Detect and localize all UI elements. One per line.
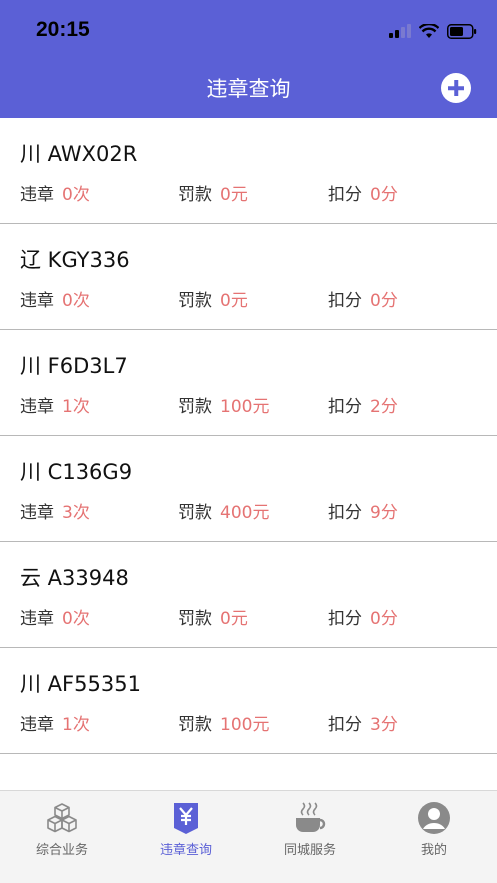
points-deducted: 3分	[370, 715, 398, 735]
points-label: 扣分	[328, 715, 362, 735]
violations-count: 1次	[62, 715, 90, 735]
violations-count: 1次	[62, 397, 90, 417]
violations-label: 违章	[20, 291, 54, 311]
vehicle-list-item[interactable]: 川 AF55351 违章 1次 罚款 100元 扣分 3分	[0, 648, 497, 754]
plate-number: 川 C136G9	[20, 460, 133, 484]
points-stat: 扣分 0分	[328, 180, 398, 205]
vehicle-list-item[interactable]: 川 F6D3L7 违章 1次 罚款 100元 扣分 2分	[0, 330, 497, 436]
stats-row: 违章 1次 罚款 100元 扣分 3分	[0, 710, 497, 735]
fine-label: 罚款	[178, 397, 212, 417]
tab-label: 违章查询	[159, 843, 212, 858]
tab-label: 同城服务	[283, 843, 336, 858]
vehicle-list-item[interactable]: 辽 KGY336 违章 0次 罚款 0元 扣分 0分	[0, 224, 497, 330]
violations-label: 违章	[20, 715, 54, 735]
cubes-icon	[47, 803, 77, 833]
plate-number: 川 AWX02R	[20, 142, 138, 166]
fine-label: 罚款	[178, 715, 212, 735]
violations-stat: 违章 3次	[20, 498, 90, 523]
page-title: 违章查询	[206, 77, 291, 101]
fine-label: 罚款	[178, 609, 212, 629]
violations-label: 违章	[20, 185, 54, 205]
stats-row: 违章 0次 罚款 0元 扣分 0分	[0, 180, 497, 205]
points-deducted: 0分	[370, 291, 398, 311]
points-label: 扣分	[328, 185, 362, 205]
status-time: 20:15	[36, 18, 90, 41]
vehicle-list-item[interactable]: 云 A33948 违章 0次 罚款 0元 扣分 0分	[0, 542, 497, 648]
points-deducted: 0分	[370, 185, 398, 205]
violations-label: 违章	[20, 503, 54, 523]
violations-stat: 违章 0次	[20, 604, 90, 629]
fine-amount: 0元	[220, 291, 248, 311]
tab-violation-query[interactable]: 违章查询	[124, 791, 248, 883]
points-stat: 扣分 9分	[328, 498, 398, 523]
points-stat: 扣分 2分	[328, 392, 398, 417]
stats-row: 违章 0次 罚款 0元 扣分 0分	[0, 604, 497, 629]
fine-amount: 0元	[220, 609, 248, 629]
stats-row: 违章 0次 罚款 0元 扣分 0分	[0, 286, 497, 311]
plate-number: 辽 KGY336	[20, 248, 130, 272]
points-stat: 扣分 0分	[328, 604, 398, 629]
points-stat: 扣分 0分	[328, 286, 398, 311]
violations-stat: 违章 0次	[20, 286, 90, 311]
fine-amount: 400元	[220, 503, 270, 523]
tab-label: 综合业务	[35, 843, 88, 858]
tab-label: 我的	[420, 843, 447, 858]
violations-stat: 违章 0次	[20, 180, 90, 205]
vehicle-list: 川 AWX02R 违章 0次 罚款 0元 扣分 0分辽 KGY336 违章 0次 罚款 0元 扣分 0分…	[0, 118, 497, 754]
points-label: 扣分	[328, 503, 362, 523]
violations-label: 违章	[20, 397, 54, 417]
plate-number: 川 AF55351	[20, 672, 141, 696]
violations-count: 0次	[62, 609, 90, 629]
violations-count: 0次	[62, 291, 90, 311]
yen-tag-icon	[174, 803, 198, 834]
fine-label: 罚款	[178, 503, 212, 523]
nav-header: 20:15 违章查询	[0, 0, 497, 118]
tab-bar: 综合业务 违章查询 同城服务 我的	[0, 790, 497, 883]
vehicle-list-item[interactable]: 川 C136G9 违章 3次 罚款 400元 扣分 9分	[0, 436, 497, 542]
violations-count: 3次	[62, 503, 90, 523]
violations-stat: 违章 1次	[20, 710, 90, 735]
points-label: 扣分	[328, 609, 362, 629]
fine-label: 罚款	[178, 291, 212, 311]
status-icons	[389, 20, 477, 42]
points-stat: 扣分 3分	[328, 710, 398, 735]
add-vehicle-button[interactable]	[441, 73, 471, 103]
status-bar: 20:15	[0, 0, 497, 62]
fine-stat: 罚款 0元	[178, 286, 248, 311]
user-avatar-icon	[418, 802, 450, 834]
tab-general-business[interactable]: 综合业务	[0, 791, 124, 883]
points-label: 扣分	[328, 291, 362, 311]
points-deducted: 9分	[370, 503, 398, 523]
fine-label: 罚款	[178, 185, 212, 205]
signal-icon	[389, 24, 411, 38]
plate-number: 川 F6D3L7	[20, 354, 128, 378]
stats-row: 违章 3次 罚款 400元 扣分 9分	[0, 498, 497, 523]
points-deducted: 0分	[370, 609, 398, 629]
fine-stat: 罚款 0元	[178, 604, 248, 629]
wifi-icon	[419, 23, 439, 38]
fine-amount: 100元	[220, 397, 270, 417]
battery-icon	[447, 23, 477, 39]
points-label: 扣分	[328, 397, 362, 417]
fine-stat: 罚款 400元	[178, 498, 269, 523]
fine-stat: 罚款 100元	[178, 710, 269, 735]
violations-stat: 违章 1次	[20, 392, 90, 417]
tab-mine[interactable]: 我的	[372, 791, 496, 883]
coffee-cup-icon	[296, 802, 326, 832]
fine-amount: 100元	[220, 715, 270, 735]
vehicle-list-item[interactable]: 川 AWX02R 违章 0次 罚款 0元 扣分 0分	[0, 118, 497, 224]
tab-local-services[interactable]: 同城服务	[248, 791, 372, 883]
violations-count: 0次	[62, 185, 90, 205]
points-deducted: 2分	[370, 397, 398, 417]
violations-label: 违章	[20, 609, 54, 629]
fine-stat: 罚款 0元	[178, 180, 248, 205]
stats-row: 违章 1次 罚款 100元 扣分 2分	[0, 392, 497, 417]
fine-stat: 罚款 100元	[178, 392, 269, 417]
fine-amount: 0元	[220, 185, 248, 205]
plate-number: 云 A33948	[20, 566, 129, 590]
